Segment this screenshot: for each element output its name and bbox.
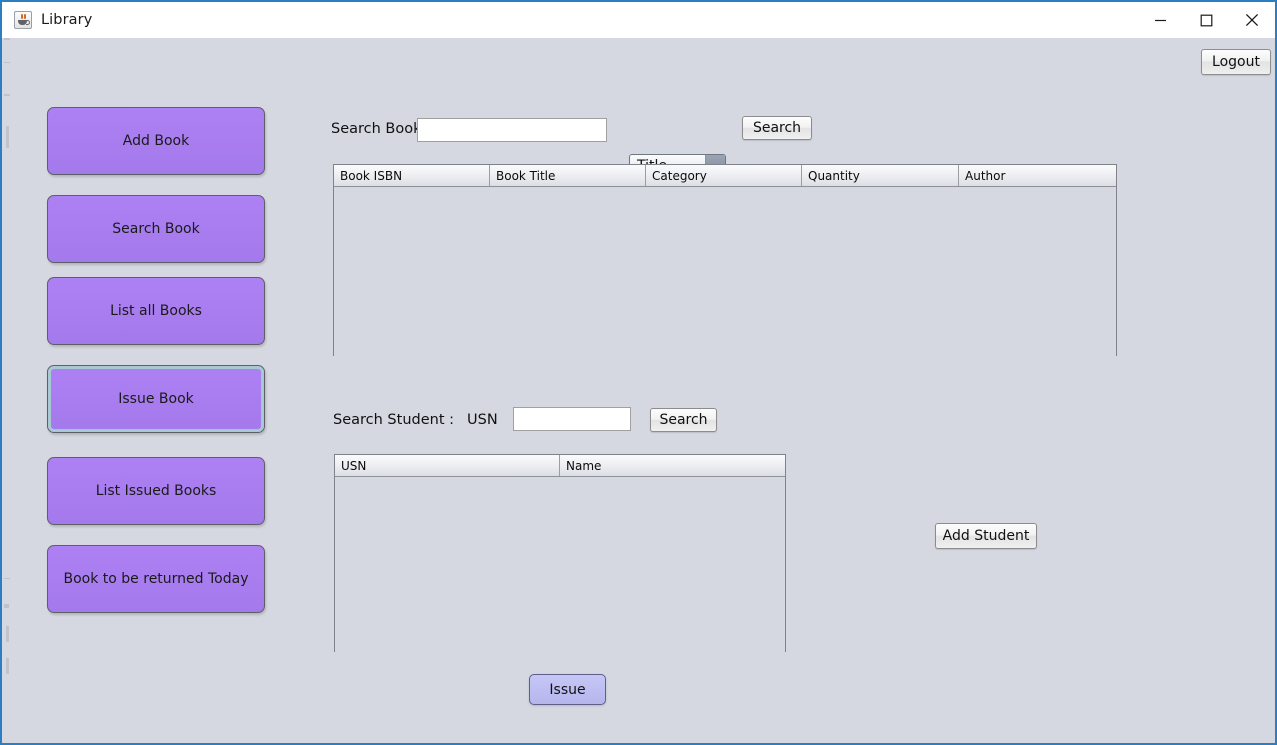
search-student-button[interactable]: Search	[650, 408, 717, 432]
student-table-header-row: USN Name	[335, 455, 785, 477]
window-controls	[1137, 2, 1275, 38]
background-window-artifact	[6, 126, 9, 148]
background-window-artifact	[6, 658, 9, 674]
sidebar-item-list-all-books[interactable]: List all Books	[47, 277, 265, 345]
sidebar-item-label: Add Book	[122, 133, 190, 149]
student-table-column-header[interactable]: USN	[335, 455, 560, 476]
sidebar-item-list-issued-books[interactable]: List Issued Books	[47, 457, 265, 525]
issue-button[interactable]: Issue	[529, 674, 606, 705]
java-coffee-cup-icon	[14, 11, 32, 29]
add-student-button[interactable]: Add Student	[935, 523, 1037, 549]
close-icon[interactable]	[1229, 2, 1275, 38]
search-student-usn-input[interactable]	[513, 407, 631, 431]
library-application-window: Library Logout Add Book Search Book List…	[0, 0, 1277, 745]
book-table-column-header[interactable]: Category	[646, 165, 802, 186]
search-student-label: Search Student :	[333, 412, 454, 428]
book-table-column-header[interactable]: Author	[959, 165, 1116, 186]
book-table-column-header[interactable]: Book ISBN	[334, 165, 490, 186]
book-table-column-header[interactable]: Book Title	[490, 165, 646, 186]
sidebar-item-search-book[interactable]: Search Book	[47, 195, 265, 263]
usn-label: USN	[467, 412, 498, 428]
logout-button[interactable]: Logout	[1201, 49, 1271, 75]
search-book-label: Search Book	[331, 121, 422, 137]
background-window-artifact	[4, 38, 10, 40]
background-window-artifact	[4, 94, 10, 96]
sidebar-item-add-book[interactable]: Add Book	[47, 107, 265, 175]
search-book-input[interactable]	[417, 118, 607, 142]
sidebar-item-label: Issue Book	[118, 391, 194, 407]
sidebar-item-label: List Issued Books	[95, 483, 217, 499]
minimize-icon[interactable]	[1137, 2, 1183, 38]
book-table-body[interactable]	[334, 187, 1116, 357]
background-window-artifact	[4, 62, 10, 63]
book-results-table: Book ISBN Book Title Category Quantity A…	[333, 164, 1117, 357]
student-table-column-header[interactable]: Name	[560, 455, 785, 476]
background-window-artifact	[4, 578, 10, 579]
sidebar-item-label: Search Book	[112, 221, 200, 237]
title-bar: Library	[2, 2, 1275, 38]
background-window-artifact	[6, 626, 9, 642]
sidebar-item-book-to-be-returned-today[interactable]: Book to be returned Today	[47, 545, 265, 613]
sidebar-item-label: Book to be returned Today	[63, 571, 249, 587]
title-bar-left: Library	[14, 2, 92, 38]
sidebar-item-issue-book[interactable]: Issue Book	[47, 365, 265, 433]
search-book-button[interactable]: Search	[742, 116, 812, 140]
maximize-icon[interactable]	[1183, 2, 1229, 38]
sidebar-item-label: List all Books	[110, 303, 202, 319]
client-area: Logout Add Book Search Book List all Boo…	[2, 38, 1275, 743]
book-table-column-header[interactable]: Quantity	[802, 165, 959, 186]
student-results-table: USN Name	[334, 454, 786, 653]
background-window-artifact	[4, 604, 9, 608]
window-title: Library	[41, 12, 93, 28]
student-table-body[interactable]	[335, 477, 785, 653]
book-table-header-row: Book ISBN Book Title Category Quantity A…	[334, 165, 1116, 187]
